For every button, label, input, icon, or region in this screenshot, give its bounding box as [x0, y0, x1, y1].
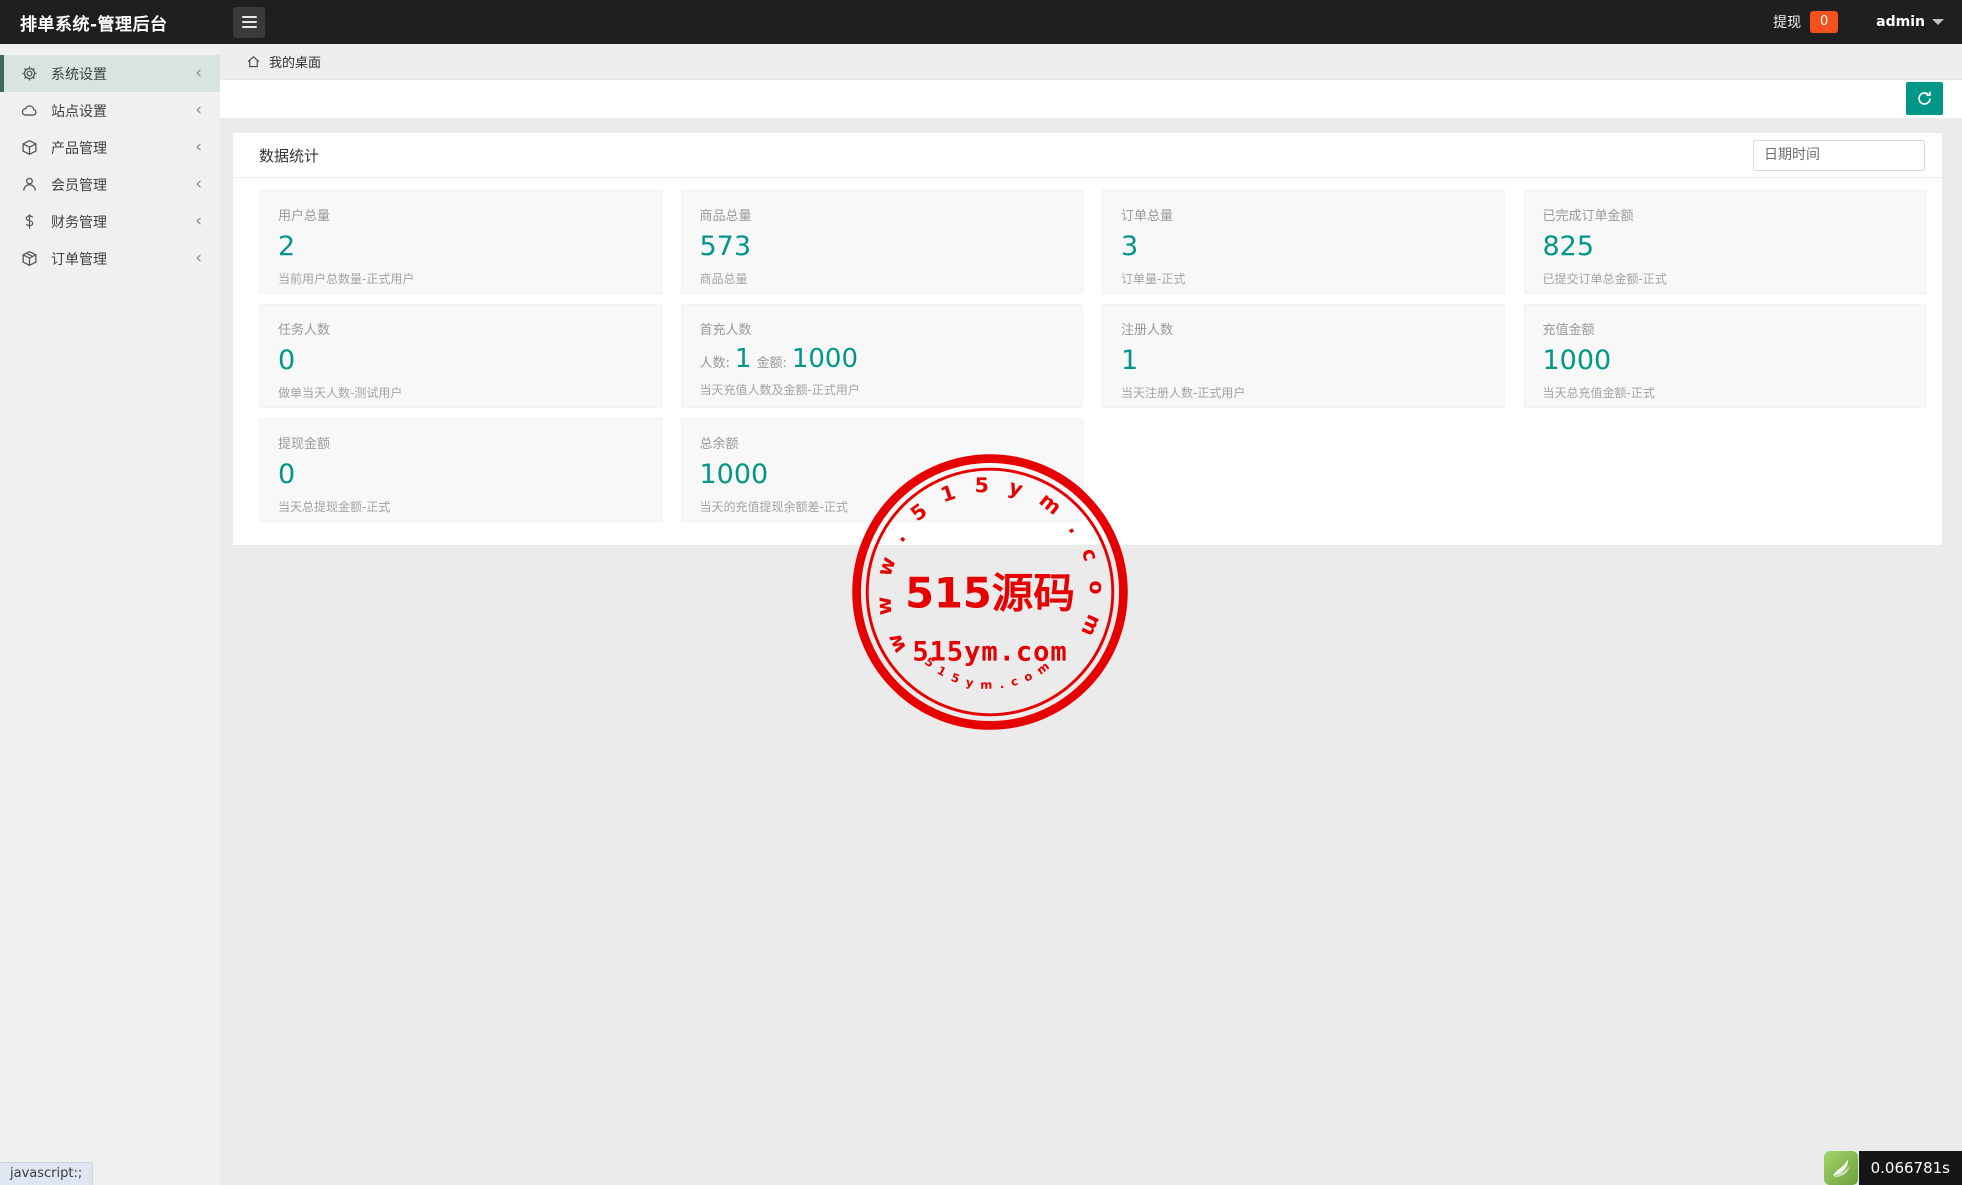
- page-load-time: 0.066781s: [1859, 1151, 1962, 1185]
- withdraw-count-badge: 0: [1810, 11, 1838, 33]
- cube-icon: [21, 139, 38, 156]
- dollar-icon: [21, 213, 38, 230]
- sidebar-item-label: 订单管理: [51, 249, 195, 269]
- stat-value: 1000: [1543, 345, 1908, 377]
- stat-value: 3: [1121, 231, 1486, 263]
- chevron-left-icon: ‹: [195, 65, 202, 82]
- stat-card-registered-users: 注册人数 1 当天注册人数-正式用户: [1102, 304, 1505, 408]
- breadcrumb: 我的桌面: [220, 44, 1962, 80]
- trace-widget: 0.066781s: [1824, 1151, 1962, 1185]
- cloud-icon: [21, 102, 38, 119]
- sidebar-item-finance-management[interactable]: 财务管理 ‹: [0, 203, 220, 240]
- sidebar-item-order-management[interactable]: 订单管理 ‹: [0, 240, 220, 277]
- refresh-button[interactable]: [1906, 82, 1943, 115]
- chevron-left-icon: ‹: [195, 250, 202, 267]
- user-icon: [21, 176, 38, 193]
- stat-card-total-products: 商品总量 573 商品总量: [681, 190, 1084, 294]
- sidebar-item-site-settings[interactable]: 站点设置 ‹: [0, 92, 220, 129]
- header-right: 提现 0 admin: [1773, 11, 1962, 33]
- breadcrumb-item-desktop[interactable]: 我的桌面: [269, 52, 321, 71]
- package-icon: [21, 250, 38, 267]
- stats-panel-header: 数据统计: [233, 133, 1942, 178]
- refresh-icon: [1916, 90, 1933, 107]
- stat-value: 0: [278, 345, 643, 377]
- panel-title: 数据统计: [259, 145, 319, 166]
- sidebar-item-label: 产品管理: [51, 138, 195, 158]
- sidebar-item-system-settings[interactable]: 系统设置 ‹: [0, 55, 220, 92]
- tab-toolbar: [220, 80, 1962, 118]
- chevron-down-icon: [1932, 19, 1944, 25]
- gear-icon: [21, 65, 38, 82]
- stat-card-completed-order-amount: 已完成订单金额 825 已提交订单总金额-正式: [1524, 190, 1927, 294]
- stat-card-withdraw-amount: 提现金额 0 当天总提现金额-正式: [259, 418, 662, 522]
- sidebar-item-label: 系统设置: [51, 64, 195, 84]
- top-header: 排单系统-管理后台 提现 0 admin: [0, 0, 1962, 44]
- withdraw-label: 提现: [1773, 12, 1801, 32]
- stat-value: 1000: [700, 459, 1065, 491]
- user-dropdown[interactable]: admin: [1876, 14, 1944, 30]
- stat-value: 825: [1543, 231, 1908, 263]
- trace-toggle-icon[interactable]: [1824, 1151, 1858, 1185]
- sidebar: 系统设置 ‹ 站点设置 ‹ 产品管理 ‹ 会员管理 ‹: [0, 44, 220, 1185]
- stat-card-total-users: 用户总量 2 当前用户总数量-正式用户: [259, 190, 662, 294]
- chevron-left-icon: ‹: [195, 176, 202, 193]
- withdraw-link[interactable]: 提现 0: [1773, 11, 1838, 33]
- chevron-left-icon: ‹: [195, 102, 202, 119]
- stat-value: 0: [278, 459, 643, 491]
- stat-card-first-charge: 首充人数 人数: 1 金额: 1000 当天充值人数及金额-正式用户: [681, 304, 1084, 408]
- sidebar-item-label: 会员管理: [51, 175, 195, 195]
- home-icon: [246, 54, 261, 69]
- stat-card-task-users: 任务人数 0 做单当天人数-测试用户: [259, 304, 662, 408]
- stat-value: 人数: 1 金额: 1000: [700, 345, 1065, 374]
- sidebar-item-member-management[interactable]: 会员管理 ‹: [0, 166, 220, 203]
- hamburger-icon: [242, 16, 257, 18]
- sidebar-item-label: 财务管理: [51, 212, 195, 232]
- stat-value: 1: [1121, 345, 1486, 377]
- date-filter-input[interactable]: [1753, 140, 1925, 171]
- app-title: 排单系统-管理后台: [0, 10, 220, 35]
- main-content: 我的桌面 数据统计 用户总量 2 当前用户总数量-正式用户 商品总量 573 商…: [220, 44, 1962, 1185]
- chevron-left-icon: ‹: [195, 213, 202, 230]
- username: admin: [1876, 14, 1925, 30]
- chevron-left-icon: ‹: [195, 139, 202, 156]
- sidebar-item-label: 站点设置: [51, 101, 195, 121]
- stat-value: 573: [700, 231, 1065, 263]
- stat-card-total-balance: 总余额 1000 当天的充值提现余额差-正式: [681, 418, 1084, 522]
- stat-card-total-orders: 订单总量 3 订单量-正式: [1102, 190, 1505, 294]
- stat-card-recharge-amount: 充值金额 1000 当天总充值金额-正式: [1524, 304, 1927, 408]
- sidebar-item-product-management[interactable]: 产品管理 ‹: [0, 129, 220, 166]
- link-status-tooltip: javascript:;: [0, 1162, 93, 1185]
- stats-panel: 数据统计 用户总量 2 当前用户总数量-正式用户 商品总量 573 商品总量 订…: [233, 133, 1942, 545]
- stat-cards-grid: 用户总量 2 当前用户总数量-正式用户 商品总量 573 商品总量 订单总量 3…: [233, 178, 1942, 522]
- menu-toggle-button[interactable]: [233, 7, 265, 38]
- stat-value: 2: [278, 231, 643, 263]
